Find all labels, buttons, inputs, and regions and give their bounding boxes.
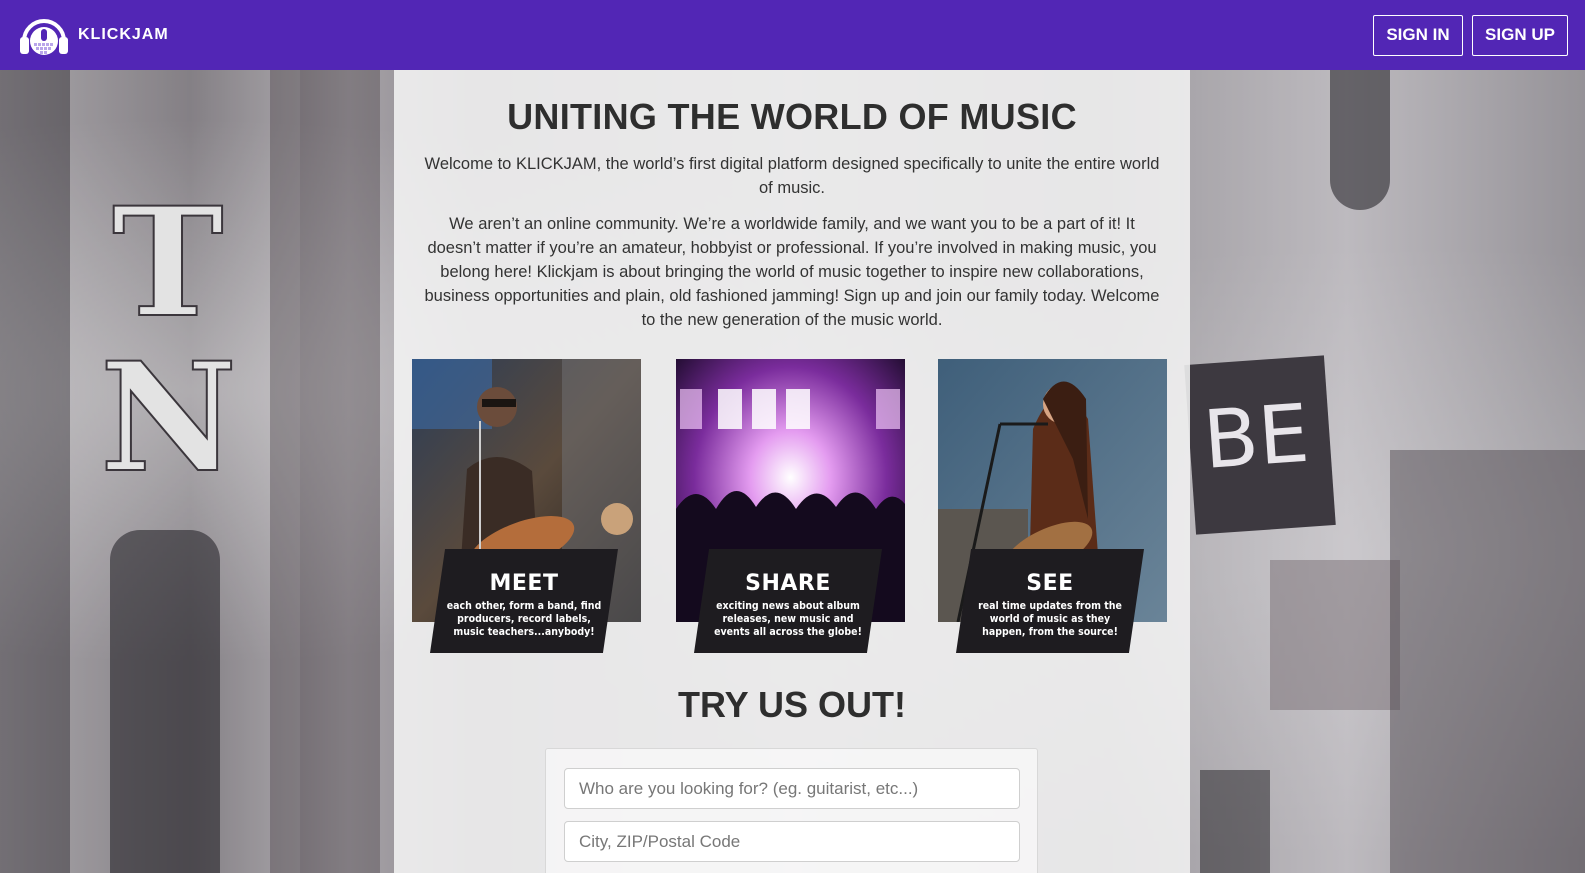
location-input[interactable] bbox=[564, 821, 1020, 862]
intro-paragraph-2: We aren’t an online community. We’re a w… bbox=[424, 215, 1160, 329]
top-navbar: KLICKJAM SIGN IN SIGN UP bbox=[0, 0, 1585, 70]
brand-name: KLICKJAM bbox=[78, 26, 169, 43]
share-text: exciting news about album releases, new … bbox=[714, 600, 862, 638]
be-sign: BE bbox=[1184, 355, 1336, 535]
meet-text: each other, form a band, find producers,… bbox=[446, 600, 602, 638]
marquee-letter-n: N bbox=[99, 329, 240, 507]
sign-up-button[interactable]: SIGN UP bbox=[1472, 14, 1568, 56]
feature-card-share[interactable]: SHARE exciting news about album releases… bbox=[676, 359, 905, 653]
headphones-logo-icon bbox=[20, 19, 68, 55]
meet-banner: MEET each other, form a band, find produ… bbox=[430, 549, 618, 653]
main-content: UNITING THE WORLD OF MUSIC Welcome to KL… bbox=[394, 70, 1190, 873]
intro-text: Welcome to KLICKJAM, the world’s first d… bbox=[422, 152, 1162, 332]
feature-card-meet[interactable]: MEET each other, form a band, find produ… bbox=[412, 359, 641, 653]
try-us-out-heading: TRY US OUT! bbox=[677, 684, 906, 725]
see-text: real time updates from the world of musi… bbox=[978, 600, 1122, 638]
who-search-input[interactable] bbox=[564, 768, 1020, 809]
intro-paragraph-1: Welcome to KLICKJAM, the world’s first d… bbox=[424, 155, 1160, 197]
share-title: SHARE bbox=[745, 571, 831, 596]
marquee-letter-t: T bbox=[111, 174, 226, 352]
page-title: UNITING THE WORLD OF MUSIC bbox=[507, 96, 1077, 137]
see-banner: SEE real time updates from the world of … bbox=[956, 549, 1144, 653]
see-title: SEE bbox=[1026, 571, 1074, 596]
search-form bbox=[545, 748, 1038, 873]
logo[interactable]: KLICKJAM bbox=[18, 11, 169, 59]
auth-buttons: SIGN IN SIGN UP bbox=[1373, 14, 1568, 56]
feature-card-see[interactable]: SEE real time updates from the world of … bbox=[938, 359, 1167, 653]
share-banner: SHARE exciting news about album releases… bbox=[694, 549, 882, 653]
meet-title: MEET bbox=[489, 571, 559, 596]
feature-cards: MEET each other, form a band, find produ… bbox=[412, 359, 1172, 659]
sign-in-button[interactable]: SIGN IN bbox=[1373, 14, 1463, 56]
